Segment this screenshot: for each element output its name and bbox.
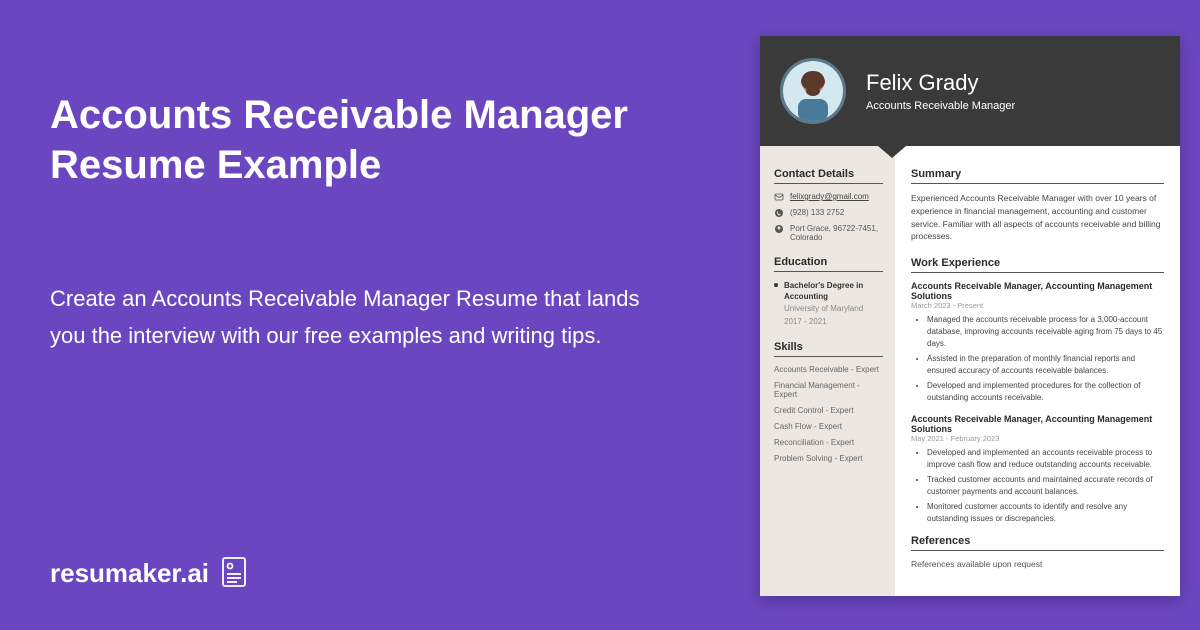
job-dates: March 2023 - Present — [911, 301, 1164, 310]
summary-heading: Summary — [911, 168, 1164, 184]
contact-email: felixgrady@gmail.com — [774, 192, 883, 202]
job-item: Accounts Receivable Manager, Accounting … — [911, 414, 1164, 525]
job-bullets: Developed and implemented an accounts re… — [911, 447, 1164, 525]
header-notch — [878, 146, 906, 158]
job-bullet: Assisted in the preparation of monthly f… — [927, 353, 1164, 377]
edu-dates: 2017 - 2021 — [784, 316, 883, 327]
job-bullet: Developed and implemented an accounts re… — [927, 447, 1164, 471]
resume-main: Summary Experienced Accounts Receivable … — [895, 146, 1180, 596]
education-item: Bachelor's Degree in Accounting Universi… — [774, 280, 883, 327]
contact-phone: (928) 133 2752 — [774, 208, 883, 218]
refs-heading: References — [911, 535, 1164, 551]
email-icon — [774, 192, 784, 202]
hero-panel: Accounts Receivable Manager Resume Examp… — [0, 0, 720, 630]
person-title: Accounts Receivable Manager — [866, 100, 1015, 112]
phone-icon — [774, 208, 784, 218]
resume-preview: Felix Grady Accounts Receivable Manager … — [760, 36, 1180, 596]
education-heading: Education — [774, 256, 883, 272]
edu-school: University of Maryland — [784, 303, 883, 314]
contact-heading: Contact Details — [774, 168, 883, 184]
job-title: Accounts Receivable Manager, Accounting … — [911, 414, 1164, 434]
resume-sidebar: Contact Details felixgrady@gmail.com (92… — [760, 146, 895, 596]
job-dates: May 2021 - February 2023 — [911, 434, 1164, 443]
brand-name: resumaker.ai — [50, 558, 209, 589]
email-link[interactable]: felixgrady@gmail.com — [790, 192, 869, 201]
skill-item: Accounts Receivable - Expert — [774, 365, 883, 374]
job-item: Accounts Receivable Manager, Accounting … — [911, 281, 1164, 404]
address-text: Port Grace, 96722-7451, Colorado — [790, 224, 883, 242]
work-heading: Work Experience — [911, 257, 1164, 273]
job-title: Accounts Receivable Manager, Accounting … — [911, 281, 1164, 301]
skill-item: Credit Control - Expert — [774, 406, 883, 415]
page-title: Accounts Receivable Manager Resume Examp… — [50, 90, 670, 190]
document-icon — [219, 556, 249, 590]
job-bullets: Managed the accounts receivable process … — [911, 314, 1164, 404]
contact-address: Port Grace, 96722-7451, Colorado — [774, 224, 883, 242]
skills-list: Accounts Receivable - Expert Financial Ma… — [774, 365, 883, 463]
job-bullet: Monitored customer accounts to identify … — [927, 501, 1164, 525]
refs-text: References available upon request — [911, 559, 1164, 569]
resume-header: Felix Grady Accounts Receivable Manager — [760, 36, 1180, 146]
job-bullet: Managed the accounts receivable process … — [927, 314, 1164, 350]
person-name: Felix Grady — [866, 70, 1015, 96]
resume-body: Contact Details felixgrady@gmail.com (92… — [760, 146, 1180, 596]
skills-heading: Skills — [774, 341, 883, 357]
job-bullet: Tracked customer accounts and maintained… — [927, 474, 1164, 498]
page-subtitle: Create an Accounts Receivable Manager Re… — [50, 280, 670, 355]
phone-text: (928) 133 2752 — [790, 208, 844, 217]
job-bullet: Developed and implemented procedures for… — [927, 380, 1164, 404]
skill-item: Reconciliation - Expert — [774, 438, 883, 447]
skill-item: Problem Solving - Expert — [774, 454, 883, 463]
avatar — [780, 58, 846, 124]
summary-text: Experienced Accounts Receivable Manager … — [911, 192, 1164, 243]
brand-logo: resumaker.ai — [50, 556, 670, 590]
edu-degree: Bachelor's Degree in Accounting — [784, 281, 863, 301]
skill-item: Financial Management - Expert — [774, 381, 883, 399]
jobs-list: Accounts Receivable Manager, Accounting … — [911, 281, 1164, 525]
header-text: Felix Grady Accounts Receivable Manager — [866, 70, 1015, 112]
location-icon — [774, 224, 784, 234]
skill-item: Cash Flow - Expert — [774, 422, 883, 431]
